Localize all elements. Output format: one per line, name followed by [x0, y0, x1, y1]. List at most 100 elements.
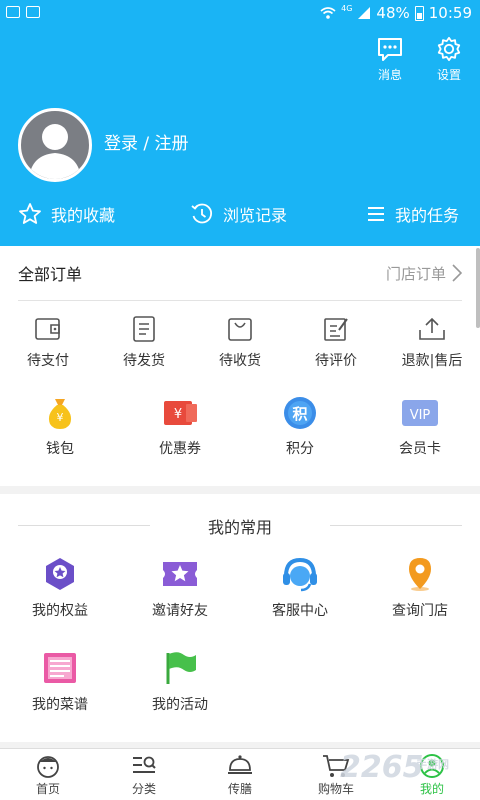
profile-header: 消息 设置 登录 / 注册 我的收藏 浏览记录 我的任务 [0, 28, 480, 246]
tab-delivery-label: 传膳 [227, 782, 252, 796]
upload-tray-icon [419, 317, 445, 340]
pending-payment-label: 待支付 [27, 353, 69, 369]
battery-percent: 48% [376, 4, 410, 22]
my-recipes-label: 我的菜谱 [32, 697, 88, 713]
find-store-label: 查询门店 [392, 603, 448, 619]
watermark-sub: 手游网 [416, 758, 449, 771]
my-benefits-button[interactable]: 我的权益 [0, 556, 120, 620]
gallery-notification-icon [6, 6, 20, 18]
list-icon [368, 207, 384, 221]
edge-panel-handle[interactable] [476, 248, 480, 328]
pending-shipment-button[interactable]: 待发货 [96, 316, 192, 370]
money-bag-icon: ¥ [48, 399, 72, 429]
home-face-icon [37, 756, 59, 778]
settings-button[interactable]: 设置 [429, 36, 469, 83]
quick-links: 我的收藏 浏览记录 我的任务 [0, 198, 480, 230]
dish-cover-icon [228, 755, 252, 774]
clock: 10:59 [428, 4, 472, 22]
favorites-label: 我的收藏 [51, 206, 116, 225]
pending-review-label: 待评价 [315, 353, 357, 369]
refund-aftersale-label: 退款|售后 [401, 353, 463, 369]
vip-glyph: VIP [410, 408, 431, 423]
network-type: 4G [341, 3, 353, 13]
tab-delivery[interactable]: 传膳 [192, 749, 288, 800]
location-pin-icon [409, 558, 431, 591]
svg-text:¥: ¥ [174, 407, 182, 422]
coupon-button[interactable]: ¥ 优惠券 [120, 396, 240, 458]
tab-category[interactable]: 分类 [96, 749, 192, 800]
wallet-icon [35, 318, 60, 340]
avatar[interactable] [18, 108, 92, 182]
pending-shipment-label: 待发货 [123, 353, 165, 369]
store-orders-link[interactable]: 门店订单 [386, 263, 462, 284]
divider-line [330, 525, 462, 526]
user-silhouette-icon [29, 124, 81, 179]
refund-aftersale-button[interactable]: 退款|售后 [384, 316, 480, 370]
tasks-label: 我的任务 [395, 206, 460, 225]
common-title: 我的常用 [207, 518, 272, 537]
pending-receipt-label: 待收货 [219, 353, 261, 369]
gallery-notification-icon [26, 6, 40, 18]
vip-card-label: 会员卡 [399, 441, 441, 457]
my-activities-button[interactable]: 我的活动 [120, 650, 240, 714]
document-icon [133, 316, 155, 342]
tab-home[interactable]: 首页 [0, 749, 96, 800]
status-bar: 4G 48% 10:59 [0, 0, 480, 28]
points-button[interactable]: 积 积分 [240, 396, 360, 458]
settings-label: 设置 [436, 68, 461, 82]
gear-icon [437, 36, 461, 62]
store-orders-label: 门店订单 [385, 264, 446, 283]
order-status-row: 待支付 待发货 待收货 待评价 退款|售后 [0, 316, 480, 370]
my-recipes-button[interactable]: 我的菜谱 [0, 650, 120, 714]
login-register-link[interactable]: 登录 / 注册 [104, 129, 189, 154]
my-benefits-label: 我的权益 [32, 603, 88, 619]
wifi-icon [320, 7, 336, 19]
vip-card-icon: VIP [402, 400, 438, 426]
wallet-label: 钱包 [46, 441, 74, 457]
coupon-icon: ¥ [164, 401, 197, 425]
watermark-text: 2265 [340, 750, 424, 785]
points-glyph: 积 [292, 405, 307, 423]
wallet-button[interactable]: ¥ 钱包 [0, 396, 120, 458]
edit-icon [324, 318, 348, 341]
badge-icon [46, 558, 74, 590]
ticket-star-icon [163, 562, 197, 586]
signal-icon [358, 7, 371, 19]
newspaper-icon [44, 653, 76, 683]
svg-text:¥: ¥ [57, 411, 64, 424]
invite-friends-label: 邀请好友 [152, 603, 208, 619]
tab-home-label: 首页 [35, 782, 60, 796]
history-link[interactable]: 浏览记录 [190, 198, 287, 230]
find-store-button[interactable]: 查询门店 [360, 556, 480, 620]
history-icon [191, 203, 213, 224]
common-functions-card: 我的常用 我的权益 邀请好友 客服中心 查询门店 我的菜谱 我的活动 [0, 494, 480, 742]
points-label: 积分 [286, 441, 314, 457]
headset-icon [283, 557, 317, 592]
orders-header[interactable]: 全部订单 门店订单 [18, 246, 462, 301]
favorites-link[interactable]: 我的收藏 [18, 198, 115, 230]
chat-icon [378, 38, 402, 61]
messages-label: 消息 [377, 68, 402, 82]
pending-payment-button[interactable]: 待支付 [0, 316, 96, 370]
vip-card-button[interactable]: VIP 会员卡 [360, 396, 480, 458]
orders-card: 全部订单 门店订单 待支付 待发货 待收货 待评价 退款|售后 ¥ 钱包 ¥ 优… [0, 246, 480, 486]
coupon-label: 优惠券 [159, 441, 201, 457]
shopping-bag-icon [228, 318, 252, 341]
invite-friends-button[interactable]: 邀请好友 [120, 556, 240, 620]
flag-icon [166, 652, 196, 684]
points-icon: 积 [284, 397, 316, 429]
assets-row: ¥ 钱包 ¥ 优惠券 积 积分 VIP 会员卡 [0, 396, 480, 458]
my-activities-label: 我的活动 [152, 697, 208, 713]
battery-icon [414, 5, 424, 21]
tab-mine-label: 我的 [419, 782, 444, 796]
all-orders-title[interactable]: 全部订单 [18, 261, 82, 285]
history-label: 浏览记录 [223, 206, 288, 225]
watermark-logo: 2265 手游网 [340, 750, 449, 785]
tasks-link[interactable]: 我的任务 [366, 198, 459, 230]
customer-service-button[interactable]: 客服中心 [240, 556, 360, 620]
pending-receipt-button[interactable]: 待收货 [192, 316, 288, 370]
pending-review-button[interactable]: 待评价 [288, 316, 384, 370]
customer-service-label: 客服中心 [272, 603, 328, 619]
tab-category-label: 分类 [131, 782, 156, 796]
messages-button[interactable]: 消息 [370, 36, 410, 83]
